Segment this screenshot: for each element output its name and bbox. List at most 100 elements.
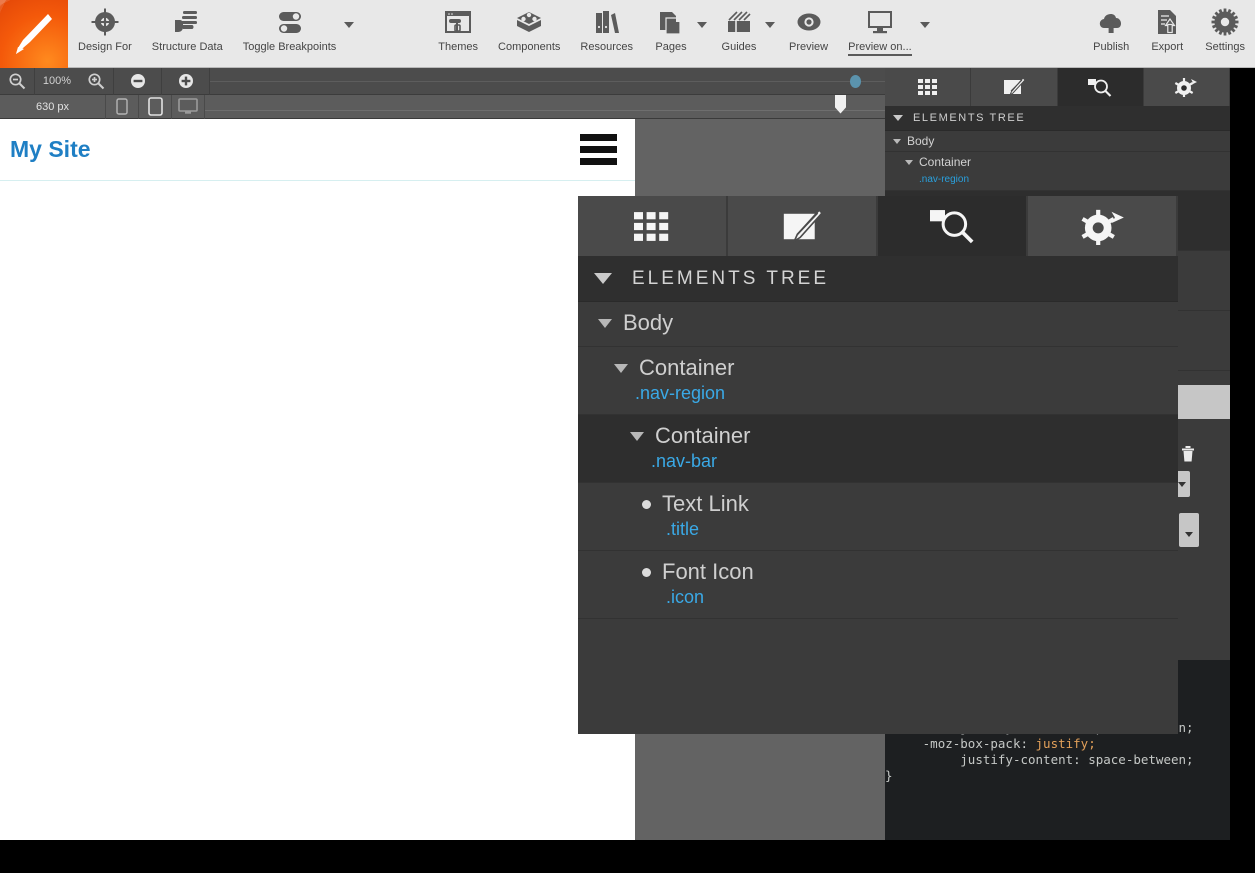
overlay-tab-settings-panel[interactable] (1028, 196, 1178, 256)
toolbar-item-export[interactable]: Export (1139, 0, 1195, 53)
device-desktop-button[interactable] (172, 94, 205, 119)
toolbar-label: Preview (788, 41, 829, 53)
overlay-tree-row-font-icon[interactable]: Font Icon .icon (578, 551, 1178, 619)
tree-node-class: .nav-region (635, 383, 726, 403)
breakpoint-track[interactable] (210, 68, 885, 95)
tab-style-editor[interactable] (971, 68, 1058, 106)
magnifier-inspect-icon (929, 210, 974, 244)
pages-stack-icon (657, 7, 685, 37)
elements-tree-header[interactable]: ELEMENTS TREE (885, 106, 1230, 131)
property-dropdown-2[interactable] (1179, 513, 1199, 547)
tree-node-label: Text Link (662, 491, 749, 516)
chevron-down-icon[interactable] (614, 363, 628, 373)
toolbar-item-preview[interactable]: Preview (779, 0, 838, 53)
breakpoint-remove-button[interactable] (114, 67, 162, 95)
nav-bar[interactable]: My Site (0, 119, 635, 181)
magnified-inspector-overlay[interactable]: ELEMENTS TREE Body Container .nav-region (578, 196, 1178, 734)
tree-node-class: .icon (666, 587, 705, 607)
toolbar-item-components[interactable]: Components (488, 0, 570, 53)
zoom-toolbar: 100% (0, 67, 885, 95)
toolbar-item-design-for[interactable]: Design For (68, 0, 142, 53)
overlay-tab-components-grid[interactable] (578, 196, 728, 256)
overlay-tab-elements-tree[interactable] (878, 196, 1028, 256)
code-line: -moz-box-pack: justify; (922, 736, 1096, 751)
toolbar-label: Pages (655, 41, 687, 53)
toolbar-item-pages[interactable]: Pages (643, 0, 699, 53)
toolbar-left-group: Design For Structure Data Toggle Breakpo… (68, 0, 934, 67)
tree-row-body[interactable]: Body (885, 131, 1230, 152)
zoom-out-icon (9, 73, 26, 90)
trash-icon (1182, 446, 1194, 462)
device-tablet-button[interactable] (139, 94, 172, 119)
delete-element-button[interactable] (1181, 446, 1195, 467)
chevron-down-icon[interactable] (905, 159, 913, 165)
tree-node-class: .nav-bar (651, 451, 718, 471)
grid-icon (917, 79, 937, 95)
overlay-elements-tree-header[interactable]: ELEMENTS TREE (578, 256, 1178, 302)
toggle-switches-icon (275, 7, 305, 37)
hamburger-menu-icon[interactable] (580, 134, 617, 165)
site-title-link[interactable]: My Site (10, 136, 91, 163)
overlay-elements-tree-list: Body Container .nav-region Container .na… (578, 302, 1178, 715)
tree-node-label: Font Icon (662, 559, 754, 584)
pencil-note-icon (783, 209, 822, 243)
hand-stack-icon (173, 7, 201, 37)
zoom-out-button[interactable] (0, 67, 35, 95)
tree-row-container-nav-region[interactable]: Container .nav-region (885, 152, 1230, 191)
device-phone-icon (116, 98, 128, 115)
site-preview[interactable]: My Site (0, 119, 635, 840)
app-logo[interactable] (0, 0, 68, 68)
toolbar-label: Settings (1205, 41, 1245, 53)
track-line (210, 80, 885, 82)
toolbar-item-toggle-breakpoints[interactable]: Toggle Breakpoints (233, 0, 347, 53)
toolbar-label: Components (498, 41, 561, 53)
books-icon (593, 7, 621, 37)
ruler-track[interactable] (205, 94, 885, 119)
toolbar-label: Themes (438, 41, 479, 53)
viewport-resize-handle[interactable] (835, 94, 846, 114)
breakpoint-marker[interactable] (850, 74, 861, 88)
tab-settings-panel[interactable] (1143, 68, 1230, 106)
minus-circle-icon (130, 74, 145, 88)
chevron-down-icon (1185, 532, 1193, 537)
breakpoint-add-button[interactable] (162, 67, 210, 95)
main-toolbar: Design For Structure Data Toggle Breakpo… (0, 0, 1255, 68)
property-value-field[interactable] (1172, 385, 1230, 419)
tab-components-grid[interactable] (885, 68, 972, 106)
toolbar-item-settings[interactable]: Settings (1195, 0, 1255, 53)
zoom-in-icon (88, 73, 105, 90)
overlay-tree-row-container-nav-bar[interactable]: Container .nav-bar (578, 415, 1178, 483)
overlay-tree-row-body[interactable]: Body (578, 302, 1178, 347)
zoom-in-button[interactable] (79, 67, 114, 95)
device-ruler-bar: 630 px (0, 94, 885, 119)
monitor-icon (865, 7, 895, 37)
toolbar-label: Export (1151, 41, 1184, 53)
chevron-down-icon[interactable] (893, 115, 903, 121)
tree-node-class: .nav-region (919, 174, 970, 185)
device-phone-button[interactable] (106, 94, 139, 119)
tree-node-label: Body (623, 310, 674, 335)
toolbar-item-resources[interactable]: Resources (570, 0, 643, 53)
chevron-down-icon[interactable] (630, 431, 644, 441)
overlay-tab-style-editor[interactable] (728, 196, 878, 256)
overlay-tree-empty-area (578, 619, 1178, 715)
toolbar-label: Design For (78, 41, 132, 53)
nav-region[interactable]: My Site (0, 119, 635, 181)
overlay-tree-row-container-nav-region[interactable]: Container .nav-region (578, 347, 1178, 415)
zoom-level-label: 100% (42, 75, 72, 87)
chevron-down-icon[interactable] (598, 318, 612, 328)
chevron-down-icon[interactable] (893, 138, 901, 144)
tree-node-label: Container (639, 355, 735, 380)
cloud-upload-icon (1096, 7, 1126, 37)
paint-roller-window-icon (444, 7, 472, 37)
toolbar-item-structure-data[interactable]: Structure Data (142, 0, 233, 53)
cube-nodes-icon (515, 7, 543, 37)
toolbar-item-themes[interactable]: Themes (428, 0, 488, 53)
toolbar-item-guides[interactable]: Guides (711, 0, 767, 53)
toolbar-item-publish[interactable]: Publish (1083, 0, 1139, 53)
chevron-down-icon[interactable] (594, 273, 612, 284)
overlay-tree-row-text-link-title[interactable]: Text Link .title (578, 483, 1178, 551)
tab-elements-tree[interactable] (1057, 68, 1144, 106)
toolbar-item-preview-on[interactable]: Preview on... (838, 0, 922, 56)
